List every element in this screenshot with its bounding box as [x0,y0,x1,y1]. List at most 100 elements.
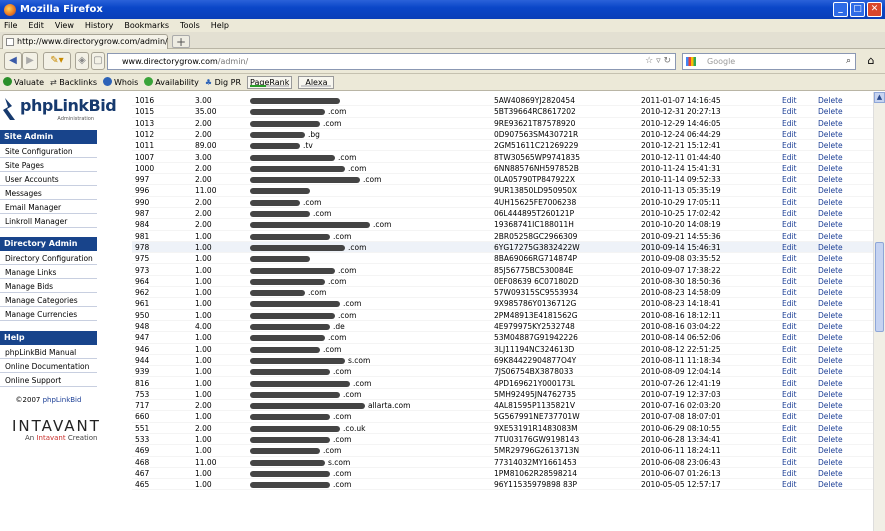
delete-link[interactable]: Delete [818,321,843,332]
search-input[interactable]: Google ⌕ [682,53,856,70]
edit-link[interactable]: Edit [782,355,797,366]
menu-help[interactable]: Help [211,21,229,30]
delete-link[interactable]: Delete [818,106,843,117]
delete-link[interactable]: Delete [818,197,843,208]
delete-link[interactable]: Delete [818,378,843,389]
delete-link[interactable]: Delete [818,389,843,400]
sidebar-item-site-configuration[interactable]: Site Configuration [0,145,97,158]
scroll-up-icon[interactable]: ▲ [874,92,885,103]
delete-link[interactable]: Delete [818,95,843,106]
delete-link[interactable]: Delete [818,185,843,196]
close-button[interactable]: ✕ [867,2,882,17]
delete-link[interactable]: Delete [818,152,843,163]
sidebar-item-linkroll-manager[interactable]: Linkroll Manager [0,215,97,228]
back-button[interactable]: ◀ [4,52,22,70]
delete-link[interactable]: Delete [818,265,843,276]
delete-link[interactable]: Delete [818,287,843,298]
sidebar-item-manage-currencies[interactable]: Manage Currencies [0,308,97,321]
page-button[interactable]: ▢ [91,52,105,70]
logo[interactable]: phpLinkBid Administration [3,96,117,122]
edit-link[interactable]: Edit [782,457,797,468]
delete-link[interactable]: Delete [818,468,843,479]
edit-link[interactable]: Edit [782,253,797,264]
delete-link[interactable]: Delete [818,129,843,140]
menu-bookmarks[interactable]: Bookmarks [124,21,169,30]
delete-link[interactable]: Delete [818,332,843,343]
sidebar-item-site-pages[interactable]: Site Pages [0,159,97,172]
edit-link[interactable]: Edit [782,152,797,163]
edit-link[interactable]: Edit [782,242,797,253]
scrollbar-thumb[interactable] [875,242,884,332]
delete-link[interactable]: Delete [818,163,843,174]
edit-link[interactable]: Edit [782,106,797,117]
edit-link[interactable]: Edit [782,366,797,377]
home-button[interactable]: ⌂ [862,53,880,70]
shield-button[interactable]: ◈ [75,52,89,70]
sidebar-item-email-manager[interactable]: Email Manager [0,201,97,214]
search-icon[interactable]: ⌕ [846,54,851,69]
availability-button[interactable]: Availability [144,77,199,87]
delete-link[interactable]: Delete [818,219,843,230]
delete-link[interactable]: Delete [818,140,843,151]
delete-link[interactable]: Delete [818,479,843,490]
edit-link[interactable]: Edit [782,434,797,445]
menu-file[interactable]: File [4,21,17,30]
edit-link[interactable]: Edit [782,344,797,355]
edit-link[interactable]: Edit [782,197,797,208]
edit-link[interactable]: Edit [782,423,797,434]
delete-link[interactable]: Delete [818,208,843,219]
delete-link[interactable]: Delete [818,423,843,434]
edit-link[interactable]: Edit [782,411,797,422]
edit-link[interactable]: Edit [782,276,797,287]
sidebar-item-directory-configuration[interactable]: Directory Configuration [0,252,97,265]
sidebar-item-manual[interactable]: phpLinkBid Manual [0,346,97,359]
edit-link[interactable]: Edit [782,208,797,219]
delete-link[interactable]: Delete [818,242,843,253]
digpr-button[interactable]: ♣ Dig PR [205,78,241,87]
edit-link[interactable]: Edit [782,118,797,129]
menu-history[interactable]: History [85,21,113,30]
sidebar-item-user-accounts[interactable]: User Accounts [0,173,97,186]
delete-link[interactable]: Delete [818,434,843,445]
sidebar-item-online-documentation[interactable]: Online Documentation [0,360,97,373]
delete-link[interactable]: Delete [818,344,843,355]
edit-link[interactable]: Edit [782,219,797,230]
edit-link[interactable]: Edit [782,185,797,196]
delete-link[interactable]: Delete [818,400,843,411]
delete-link[interactable]: Delete [818,231,843,242]
delete-link[interactable]: Delete [818,310,843,321]
vertical-scrollbar[interactable]: ▲ [873,92,885,531]
edit-link[interactable]: Edit [782,140,797,151]
sidebar-item-messages[interactable]: Messages [0,187,97,200]
edit-link[interactable]: Edit [782,479,797,490]
delete-link[interactable]: Delete [818,366,843,377]
edit-tools-button[interactable]: ✎▾ [43,52,71,70]
sidebar-item-online-support[interactable]: Online Support [0,374,97,387]
edit-link[interactable]: Edit [782,378,797,389]
bookmark-star-icon[interactable]: ☆ ▿ ↻ [645,54,671,69]
delete-link[interactable]: Delete [818,355,843,366]
new-tab-button[interactable]: + [172,35,190,48]
edit-link[interactable]: Edit [782,163,797,174]
menu-tools[interactable]: Tools [180,21,200,30]
edit-link[interactable]: Edit [782,287,797,298]
menu-view[interactable]: View [55,21,74,30]
delete-link[interactable]: Delete [818,253,843,264]
copyright-link[interactable]: phpLinkBid [43,396,82,404]
browser-tab[interactable]: http://www.directorygrow.com/admin/ [2,34,168,49]
minimize-button[interactable]: _ [833,2,848,17]
delete-link[interactable]: Delete [818,174,843,185]
valuate-button[interactable]: Valuate [3,77,44,87]
address-bar[interactable]: www.directorygrow.com/admin/ ☆ ▿ ↻ [107,53,676,70]
delete-link[interactable]: Delete [818,298,843,309]
edit-link[interactable]: Edit [782,298,797,309]
delete-link[interactable]: Delete [818,457,843,468]
edit-link[interactable]: Edit [782,310,797,321]
delete-link[interactable]: Delete [818,118,843,129]
delete-link[interactable]: Delete [818,276,843,287]
edit-link[interactable]: Edit [782,468,797,479]
company-logo[interactable]: INTAVANT [12,417,101,435]
edit-link[interactable]: Edit [782,332,797,343]
backlinks-button[interactable]: ⇄ Backlinks [50,78,97,87]
edit-link[interactable]: Edit [782,174,797,185]
